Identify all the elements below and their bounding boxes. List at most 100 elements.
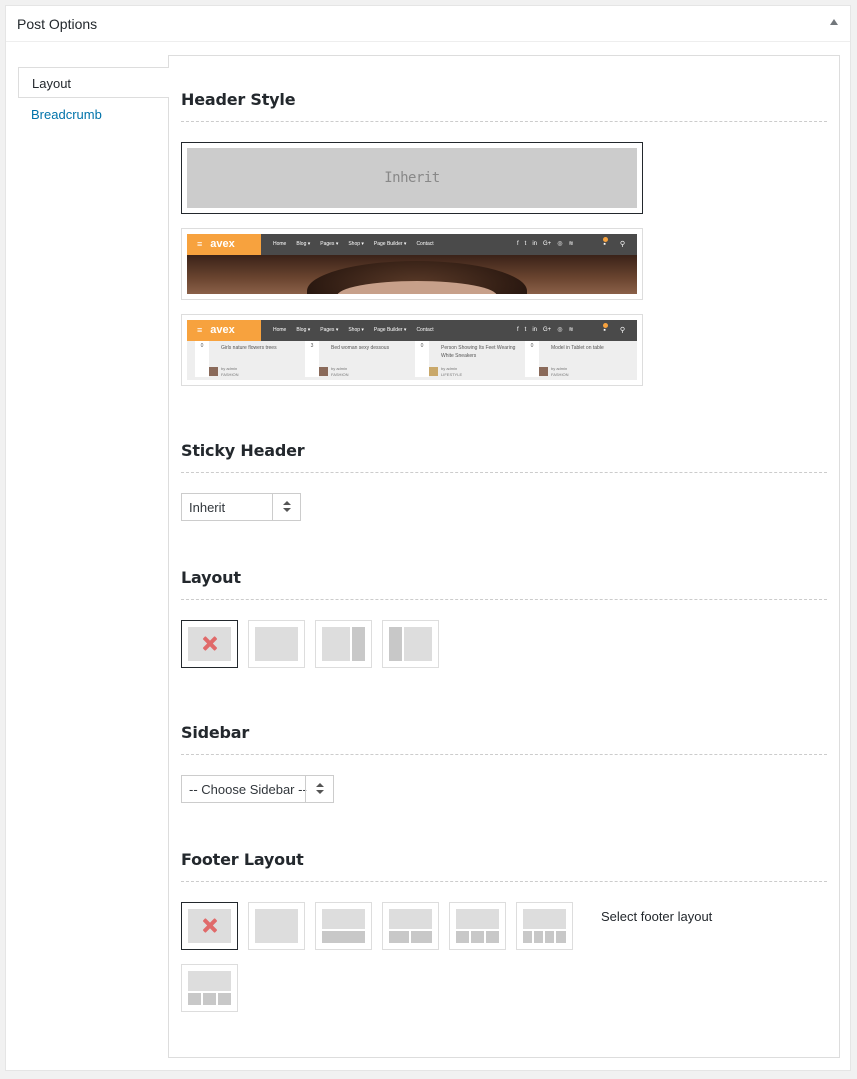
preview-social-icons: f t in G+ ◎ ≋ (517, 234, 579, 255)
avatar (539, 367, 548, 376)
divider (181, 599, 827, 600)
footer-col-block (188, 993, 201, 1005)
avatar (319, 367, 328, 376)
footer-layout-note: Select footer layout (601, 909, 713, 924)
footer-top-block (389, 909, 432, 929)
post-meta: by admin LIFESTYLE (441, 366, 462, 378)
instagram-icon: ◎ (557, 327, 563, 333)
avatar (429, 367, 438, 376)
option-bg (188, 909, 231, 943)
post-category: FASHION (551, 372, 569, 377)
preview-posts-strip: 0 Girls nature flowers trees by admin FAS… (187, 341, 637, 380)
post-category: LIFESTYLE (441, 372, 463, 377)
cart-badge (603, 237, 608, 242)
header-style-inherit-option[interactable]: Inherit (181, 142, 643, 214)
footer-top-block (456, 909, 499, 929)
avatar (209, 367, 218, 376)
layout-option-right-sidebar[interactable] (315, 620, 372, 668)
header-style-1-option[interactable]: ≡ avex Home Blog ▾ Pages ▾ Shop ▾ Page Builde… (181, 228, 643, 300)
preview-social-icons: f t in G+ ◎ ≋ (517, 320, 579, 341)
header-style-title: Header Style (181, 90, 296, 109)
preview-nav-links: Home Blog ▾ Pages ▾ Shop ▾ Page Builder ▾ Con… (273, 320, 444, 341)
divider (181, 121, 827, 122)
footer-option-5[interactable] (516, 902, 573, 950)
layout-option-full-width[interactable] (248, 620, 305, 668)
options-tabs: Layout Breadcrumb (18, 67, 169, 130)
footer-col-block (545, 931, 554, 943)
post-meta: by admin FASHION (221, 366, 239, 378)
preview-post: 0 Person Showing Its Feet Wearing White … (411, 341, 521, 380)
select-arrows-icon (305, 776, 333, 802)
footer-top-block (322, 909, 365, 929)
preview-post: 0 Girls nature flowers trees by admin FAS… (191, 341, 301, 380)
footer-option-default[interactable] (181, 902, 238, 950)
layout-title: Layout (181, 568, 241, 587)
instagram-icon: ◎ (557, 241, 563, 247)
sidebar-value: -- Choose Sidebar -- (189, 782, 307, 797)
footer-option-1[interactable] (248, 902, 305, 950)
postbox-header: Post Options (6, 6, 850, 42)
divider (181, 472, 827, 473)
preview-link: Blog ▾ (296, 327, 311, 333)
twitter-icon: t (524, 241, 527, 247)
header-style-2-option[interactable]: ≡ avex Home Blog ▾ Pages ▾ Shop ▾ Page Builde… (181, 314, 643, 386)
menu-icon: ≡ (197, 325, 203, 335)
footer-col-block (471, 931, 484, 943)
preview-link: Contact (416, 327, 434, 333)
search-icon: ⚲ (619, 241, 625, 248)
sidebar-select[interactable]: -- Choose Sidebar -- (181, 775, 334, 803)
preview-link: Shop ▾ (348, 241, 364, 247)
facebook-icon: f (517, 241, 519, 247)
preview-logo-text: avex (210, 324, 235, 336)
preview-post: 0 Model in Tablet on table by admin FASHI… (521, 341, 631, 380)
footer-col-block (523, 931, 532, 943)
preview-link: Blog ▾ (296, 241, 311, 247)
footer-top-block (523, 909, 566, 929)
footer-option-3[interactable] (382, 902, 439, 950)
preview-link: Shop ▾ (348, 327, 364, 333)
post-title: Bed woman sexy dessous (331, 345, 390, 351)
footer-col-block (456, 931, 469, 943)
preview-logo: ≡ avex (187, 320, 261, 341)
preview-post: 3 Bed woman sexy dessous by admin FASHION (301, 341, 411, 380)
tab-breadcrumb[interactable]: Breadcrumb (18, 99, 168, 130)
footer-col-block (322, 931, 365, 943)
post-meta: by admin FASHION (551, 366, 569, 378)
preview-link: Pages ▾ (320, 241, 339, 247)
layout-panel: Header Style Inherit ≡ avex Home Blog ▾ Pag… (168, 55, 840, 1058)
layout-option-default[interactable] (181, 620, 238, 668)
cart-badge (603, 323, 608, 328)
footer-col-block (389, 931, 409, 943)
remove-x-icon (202, 636, 217, 651)
preview-nav-bar: ≡ avex Home Blog ▾ Pages ▾ Shop ▾ Page Builde… (187, 320, 637, 341)
preview-link: Home (273, 327, 287, 333)
footer-option-6[interactable] (181, 964, 238, 1012)
footer-col-block (218, 993, 231, 1005)
preview-nav-links: Home Blog ▾ Pages ▾ Shop ▾ Page Builder ▾ Con… (273, 234, 444, 255)
footer-option-2[interactable] (315, 902, 372, 950)
footer-col-block (556, 931, 566, 943)
layout-full-icon (255, 627, 298, 661)
menu-icon: ≡ (197, 239, 203, 249)
post-count: 0 (525, 341, 539, 377)
sidebar-title: Sidebar (181, 723, 250, 742)
twitter-icon: t (524, 327, 527, 333)
footer-col-block (486, 931, 499, 943)
rss-icon: ≋ (568, 327, 574, 333)
post-title: Girls nature flowers trees (221, 345, 277, 351)
divider (181, 881, 827, 882)
footer-layout-title: Footer Layout (181, 850, 304, 869)
layout-main-block (404, 627, 432, 661)
post-count: 0 (415, 341, 429, 377)
layout-option-left-sidebar[interactable] (382, 620, 439, 668)
preview-link: Page Builder ▾ (373, 327, 407, 333)
preview-link: Contact (416, 241, 434, 247)
layout-sidebar-block (352, 627, 365, 661)
footer-option-4[interactable] (449, 902, 506, 950)
preview-logo: ≡ avex (187, 234, 261, 255)
layout-sidebar-block (389, 627, 402, 661)
collapse-arrow-icon[interactable] (830, 19, 838, 25)
preview-nav-bar: ≡ avex Home Blog ▾ Pages ▾ Shop ▾ Page Builde… (187, 234, 637, 255)
sticky-header-select[interactable]: Inherit (181, 493, 301, 521)
tab-layout[interactable]: Layout (18, 67, 169, 98)
